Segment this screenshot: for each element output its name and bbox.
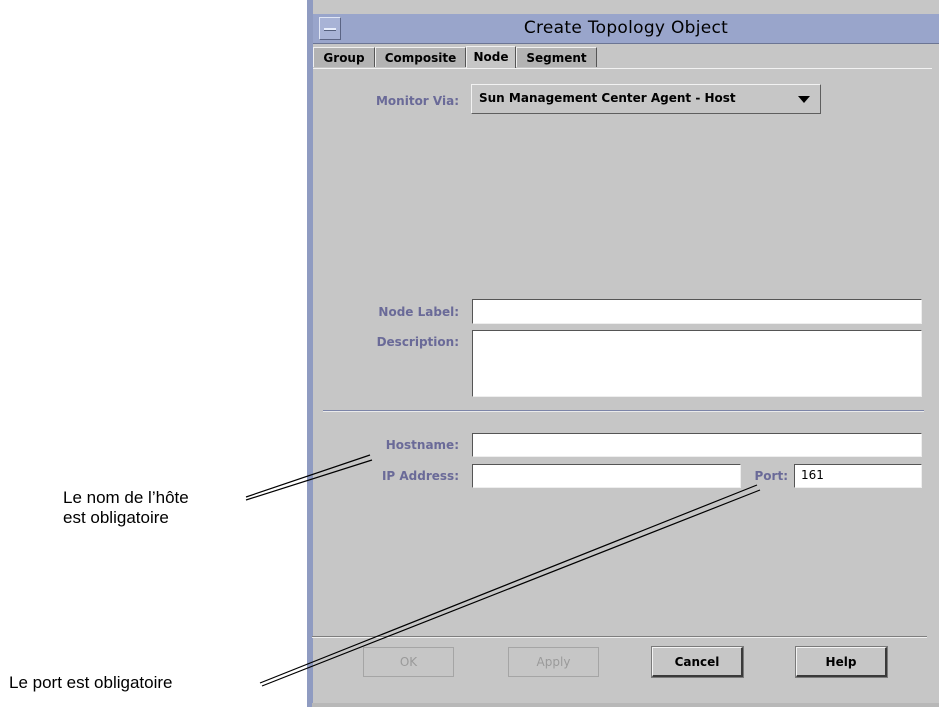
callout-leader-lines	[245, 454, 761, 687]
port-required-callout: Le port est obligatoire	[9, 673, 173, 692]
hostname-required-callout-line2: est obligatoire	[63, 508, 169, 527]
hostname-required-callout-line1: Le nom de l’hôte	[63, 488, 189, 507]
hostname-required-callout: Le nom de l’hôte est obligatoire	[63, 488, 189, 528]
